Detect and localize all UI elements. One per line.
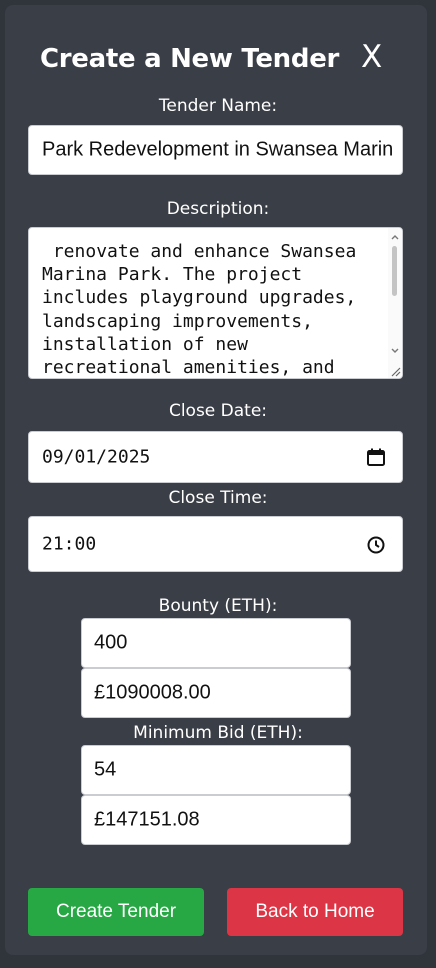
description-label: Description:	[166, 199, 270, 219]
minimum-bid-label: Minimum Bid (ETH):	[133, 723, 303, 743]
close-time-input[interactable]: 21:00	[28, 516, 403, 572]
description-value: renovate and enhance Swansea Marina Park…	[42, 241, 368, 379]
tender-name-label: Tender Name:	[158, 96, 278, 116]
scroll-up-icon[interactable]	[390, 232, 400, 242]
close-button[interactable]: X	[361, 42, 382, 73]
bounty-converted-field: £1090008.00	[81, 668, 351, 718]
minimum-bid-input[interactable]: 54	[81, 745, 351, 795]
calendar-icon[interactable]	[366, 447, 386, 467]
description-textarea[interactable]: renovate and enhance Swansea Marina Park…	[28, 227, 403, 379]
modal-title: Create a New Tender	[40, 44, 340, 74]
minimum-bid-converted-field: £147151.08	[81, 795, 351, 845]
close-time-label: Close Time:	[168, 488, 268, 508]
bounty-value: 400	[94, 631, 128, 654]
tender-name-input[interactable]: Park Redevelopment in Swansea Marin	[28, 125, 403, 175]
scroll-down-icon[interactable]	[390, 346, 400, 356]
back-to-home-button[interactable]: Back to Home	[227, 888, 403, 936]
scroll-thumb[interactable]	[392, 246, 397, 296]
clock-icon[interactable]	[366, 535, 386, 555]
close-date-label: Close Date:	[168, 401, 268, 421]
bounty-input[interactable]: 400	[81, 618, 351, 668]
bounty-label: Bounty (ETH):	[158, 596, 278, 616]
minimum-bid-converted-value: £147151.08	[94, 808, 200, 831]
minimum-bid-value: 54	[94, 758, 117, 781]
close-date-input[interactable]: 09/01/2025	[28, 431, 403, 483]
bounty-converted-value: £1090008.00	[94, 681, 211, 704]
tender-name-value: Park Redevelopment in Swansea Marin	[42, 138, 394, 161]
description-scrollbar[interactable]	[388, 228, 402, 378]
create-tender-button[interactable]: Create Tender	[28, 888, 204, 936]
close-time-value: 21:00	[42, 533, 97, 555]
close-date-value: 09/01/2025	[42, 446, 151, 468]
resize-grip-icon[interactable]	[389, 365, 401, 377]
